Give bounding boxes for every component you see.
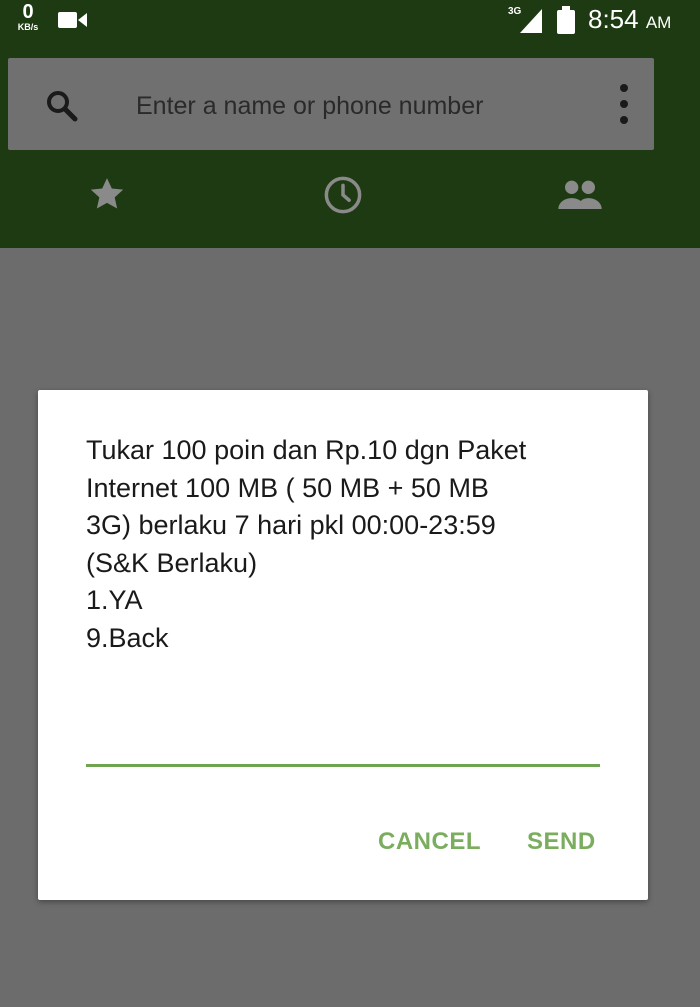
network-speed-indicator: 0 KB/s <box>8 2 48 32</box>
tab-recents[interactable] <box>313 174 373 234</box>
battery-icon <box>557 6 575 34</box>
signal-3g-icon: 3G <box>508 6 542 33</box>
send-button[interactable]: SEND <box>527 828 596 856</box>
contacts-icon <box>558 180 602 209</box>
message-line: Internet 100 MB ( 50 MB + 50 MB <box>86 472 489 503</box>
network-speed-unit: KB/s <box>17 22 39 32</box>
search-bar[interactable] <box>8 58 654 150</box>
search-icon[interactable] <box>44 88 80 124</box>
clock-ampm: AM <box>645 13 672 32</box>
network-speed-value: 0 <box>22 1 34 23</box>
status-clock: 8:54 AM <box>588 4 671 38</box>
message-line: 3G) berlaku 7 hari pkl 00:00-23:59 <box>86 510 496 540</box>
more-vert-icon[interactable] <box>614 82 634 126</box>
network-type-label: 3G <box>508 6 522 17</box>
tab-favorites[interactable] <box>77 174 137 234</box>
clock-icon <box>324 176 362 214</box>
reply-input[interactable] <box>86 720 600 767</box>
app-header <box>0 44 700 248</box>
message-line: 1.YA <box>86 585 143 615</box>
cancel-button[interactable]: CANCEL <box>378 828 481 856</box>
video-camera-icon <box>58 12 87 28</box>
ussd-dialog: Tukar 100 poin dan Rp.10 dgn Paket Inter… <box>38 390 648 900</box>
message-line: 9.Back <box>86 622 169 653</box>
clock-time: 8:54 <box>588 4 639 34</box>
dialog-message: Tukar 100 poin dan Rp.10 dgn Paket Inter… <box>86 432 606 657</box>
message-line: (S&K Berlaku) <box>86 547 258 578</box>
status-bar: 0 KB/s 3G 8:54 AM <box>0 0 700 44</box>
tab-contacts[interactable] <box>550 174 610 234</box>
search-input[interactable] <box>136 86 556 126</box>
message-line: Tukar 100 poin dan Rp.10 dgn Paket <box>86 435 527 465</box>
star-icon <box>90 178 124 209</box>
